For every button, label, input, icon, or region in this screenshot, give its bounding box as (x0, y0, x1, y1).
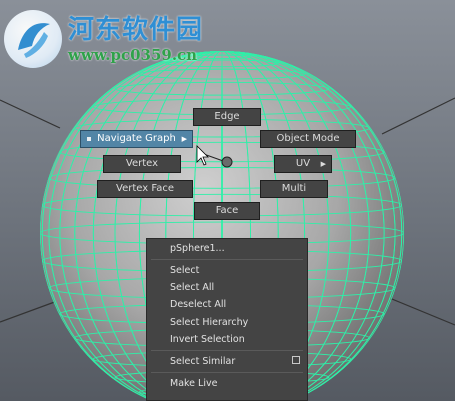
menu-item-select[interactable]: Select (170, 265, 199, 276)
marking-menu-face[interactable]: Face (194, 202, 260, 220)
arrow-right-icon: ▶ (181, 135, 187, 143)
edge-label: Edge (214, 111, 240, 122)
watermark: 河东软件园 www.pc0359.cn (4, 6, 244, 68)
grid-axis-line (0, 299, 61, 323)
menu-separator (151, 372, 303, 373)
menu-separator (151, 259, 303, 260)
menu-item-select-similar[interactable]: Select Similar (170, 356, 235, 367)
3d-viewport[interactable]: 河东软件园 www.pc0359.cn Edge Navigate Graph … (0, 0, 455, 401)
face-label: Face (215, 205, 239, 216)
object-mode-label: Object Mode (276, 133, 340, 144)
vertex-face-label: Vertex Face (116, 183, 174, 194)
menu-item-deselect-all[interactable]: Deselect All (170, 299, 226, 310)
context-menu: pSphere1... Select Select All Deselect A… (146, 238, 308, 401)
multi-label: Multi (281, 183, 307, 194)
marking-menu-uv[interactable]: UV ▶ (274, 155, 332, 173)
marking-menu-edge[interactable]: Edge (193, 108, 261, 126)
grid-axis-line (381, 97, 455, 135)
menu-item-invert-selection[interactable]: Invert Selection (170, 334, 245, 345)
marking-menu-multi[interactable]: Multi (260, 180, 328, 198)
watermark-url: www.pc0359.cn (68, 46, 198, 64)
menu-title-psphere[interactable]: pSphere1... (170, 243, 225, 254)
menu-separator (151, 350, 303, 351)
logo-icon (4, 10, 62, 68)
marking-menu-navigate-graph[interactable]: Navigate Graph ▶ (80, 130, 193, 148)
menu-item-select-all[interactable]: Select All (170, 282, 214, 293)
bullet-icon (87, 137, 91, 141)
marking-menu-object-mode[interactable]: Object Mode (260, 130, 356, 148)
marking-menu-vertex-face[interactable]: Vertex Face (97, 180, 193, 198)
watermark-title: 河东软件园 (68, 15, 204, 45)
uv-label: UV (295, 158, 311, 169)
vertex-label: Vertex (125, 158, 159, 169)
select-similar-options-checkbox[interactable] (292, 356, 300, 364)
marking-menu-vertex[interactable]: Vertex (103, 155, 181, 173)
grid-axis-line (0, 99, 61, 129)
navigate-graph-label: Navigate Graph (97, 133, 176, 144)
menu-center-dot (221, 156, 233, 168)
menu-item-select-hierarchy[interactable]: Select Hierarchy (170, 317, 248, 328)
arrow-right-icon: ▶ (320, 160, 326, 168)
menu-item-make-live[interactable]: Make Live (170, 378, 217, 389)
